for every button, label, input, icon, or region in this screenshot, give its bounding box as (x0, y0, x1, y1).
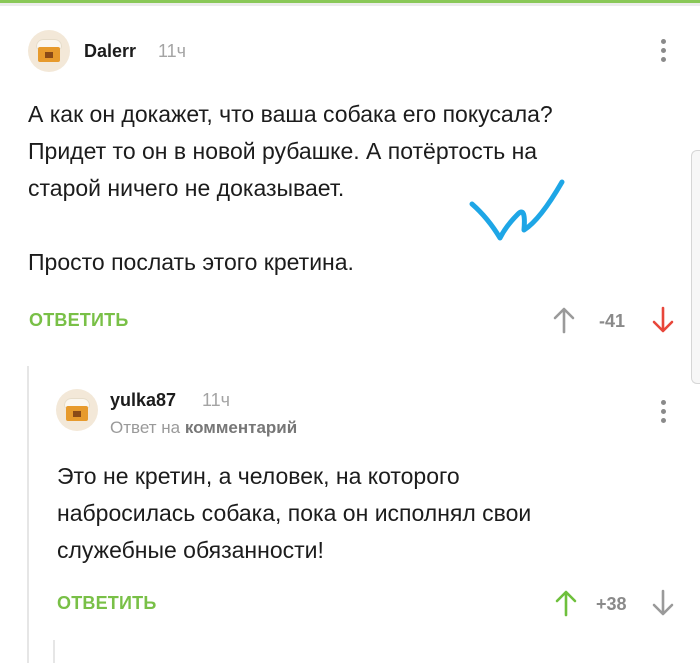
arrow-down-icon[interactable] (652, 589, 674, 617)
comment-text-line: А как он докажет, что ваша собака его по… (28, 101, 553, 127)
comment-author[interactable]: yulka87 (110, 390, 176, 411)
comment-text-line: служебные обязанности! (57, 537, 324, 563)
reply-button[interactable]: ОТВЕТИТЬ (57, 593, 156, 614)
comment-time: 11ч (158, 41, 187, 61)
reply-button[interactable]: ОТВЕТИТЬ (29, 310, 128, 331)
avatar-cake-window (45, 52, 53, 58)
arrow-down-icon[interactable] (652, 306, 674, 334)
arrow-up-icon[interactable] (555, 589, 577, 617)
more-vert-icon[interactable] (661, 39, 667, 66)
comment-text-line: Просто послать этого кретина. (28, 249, 354, 275)
more-vert-icon[interactable] (661, 400, 667, 427)
avatar[interactable] (56, 389, 98, 431)
rating-value: +38 (596, 594, 627, 614)
comment-text-line: набросилась собака, пока он исполнял сво… (57, 500, 532, 526)
avatar-cake-window (73, 411, 81, 417)
top-accent-line (0, 0, 700, 3)
comment-author[interactable]: Dalerr (84, 41, 136, 62)
rating-value: -41 (599, 311, 626, 331)
scribble-mark (469, 179, 565, 241)
comment-text: Это не кретин, а человек, на которого на… (57, 458, 531, 569)
reply-to-prefix: Ответ на (110, 418, 181, 437)
thread-line (53, 640, 55, 663)
reply-to-label: Ответ на комментарий (110, 418, 297, 438)
comment-text-line: Это не кретин, а человек, на которого (57, 463, 460, 489)
thread-line (27, 366, 29, 663)
scrollbar[interactable] (691, 150, 700, 384)
comment-time: 11ч (202, 390, 231, 410)
avatar[interactable] (28, 30, 70, 72)
arrow-up-icon[interactable] (553, 306, 575, 334)
reply-to-link[interactable]: комментарий (185, 418, 297, 437)
comment-text-line: Придет то он в новой рубашке. А потёртос… (28, 138, 538, 164)
